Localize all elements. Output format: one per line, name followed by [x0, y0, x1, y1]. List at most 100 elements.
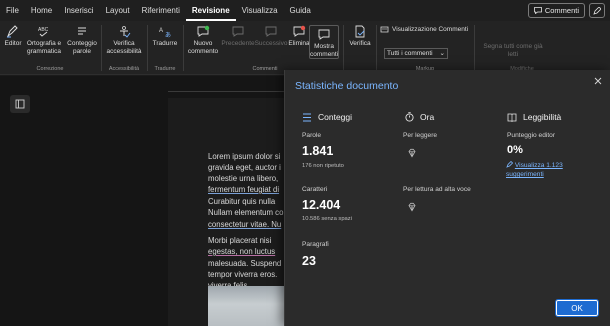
spelling-label: Ortografia e grammatica — [26, 40, 62, 55]
navigation-pane-button[interactable] — [10, 95, 30, 113]
group-label-translate: Tradurre — [154, 66, 176, 72]
group-label-accessibility: Accessibilità — [108, 66, 140, 72]
paragraphs-label: Paragrafi — [302, 241, 329, 248]
pencil-icon — [593, 6, 601, 15]
ribbon-separator — [376, 25, 377, 71]
ribbon-separator — [147, 25, 148, 71]
show-comments-label: Mostra commenti — [310, 43, 339, 58]
close-button[interactable] — [592, 75, 604, 87]
menu-layout[interactable]: Layout — [100, 0, 136, 21]
speaking-time-label: Per lettura ad alta voce — [403, 186, 471, 193]
svg-text:A: A — [159, 28, 163, 34]
time-header: Ora — [405, 112, 434, 122]
stopwatch-icon — [405, 112, 414, 122]
accessibility-label: Verifica accessibilità — [106, 40, 142, 55]
ok-button[interactable]: OK — [555, 299, 599, 317]
menu-file[interactable]: File — [0, 0, 25, 21]
characters-label: Caratteri — [302, 186, 328, 193]
book-icon — [507, 113, 517, 122]
words-value: 1.841 — [302, 144, 334, 158]
previous-comment-icon — [232, 26, 244, 37]
accessibility-button[interactable]: Verifica accessibilità — [104, 25, 144, 55]
comments-view-select[interactable]: Tutti i commenti ⌄ — [384, 48, 448, 59]
menu-home[interactable]: Home — [25, 0, 58, 21]
readability-header: Leggibilità — [507, 112, 561, 122]
editor-pen-icon — [506, 160, 514, 168]
new-comment-icon — [197, 25, 210, 37]
editor-score-label: Punteggio editor — [507, 132, 556, 139]
show-comments-button[interactable]: Mostra commenti — [309, 25, 339, 59]
next-comment-button[interactable]: Successivo — [253, 25, 289, 48]
comments-view-value: Tutti i commenti — [387, 50, 433, 57]
delete-label: Elimina — [288, 40, 310, 47]
accessibility-check-icon — [120, 26, 131, 38]
characters-value: 12.404 — [302, 198, 341, 212]
counts-header-label: Conteggi — [318, 112, 353, 122]
ribbon-separator — [343, 25, 344, 71]
comments-button[interactable]: Commenti — [527, 3, 585, 18]
list-lines-icon — [303, 113, 311, 121]
word-count-label: Conteggio parole — [67, 40, 97, 55]
menu-view[interactable]: Visualizza — [236, 0, 284, 21]
editor-button[interactable]: Editor — [3, 25, 23, 48]
readability-header-label: Leggibilità — [523, 112, 562, 122]
new-comment-label: Nuovo commento — [187, 40, 219, 55]
menu-help[interactable]: Guida — [284, 0, 317, 21]
document-statistics-dialog: Statistiche documento Conteggi Parole 1.… — [284, 70, 610, 326]
diamond-icon — [408, 148, 416, 158]
characters-no-spaces: 10.586 senza spazi — [302, 216, 352, 222]
new-comment-button[interactable]: Nuovo commento — [186, 25, 220, 55]
time-header-label: Ora — [420, 112, 435, 122]
editor-score-value: 0% — [507, 144, 523, 156]
translate-button[interactable]: Aあ Tradurre — [150, 25, 180, 48]
menu-review[interactable]: Revisione — [185, 1, 236, 21]
translate-icon: Aあ — [159, 28, 171, 38]
menu-bar: File Home Inserisci Layout Riferimenti R… — [0, 0, 610, 21]
menu-insert[interactable]: Inserisci — [58, 0, 99, 21]
ribbon-separator — [101, 25, 102, 71]
check-label: Verifica — [349, 40, 371, 47]
translate-label: Tradurre — [152, 40, 178, 47]
counts-header: Conteggi — [302, 112, 352, 122]
editor-label: Editor — [4, 40, 22, 47]
markup-view-icon — [380, 26, 389, 33]
comments-button-label: Commenti — [544, 6, 579, 15]
words-unique: 176 non ripetuto — [302, 163, 344, 169]
document-image[interactable] — [208, 286, 288, 326]
spelling-button[interactable]: ABC Ortografia e grammatica — [24, 25, 64, 55]
svg-text:あ: あ — [165, 32, 171, 38]
editor-pen-icon — [6, 25, 18, 38]
navigation-pane-icon — [15, 99, 25, 109]
spelling-check-icon: ABC — [38, 27, 49, 37]
ribbon-separator — [183, 25, 184, 71]
mark-all-read-label: Segna tutti come già letti — [483, 43, 543, 58]
check-document-icon — [355, 25, 365, 38]
chevron-down-icon: ⌄ — [439, 50, 445, 57]
check-button[interactable]: Verifica — [347, 25, 373, 48]
view-suggestions-line1: Visualizza 1.123 — [514, 162, 563, 169]
delete-comment-button[interactable]: Elimina — [288, 25, 310, 48]
reading-time-label: Per leggere — [403, 132, 438, 139]
diamond-icon — [408, 202, 416, 212]
comments-view-label: Visualizzazione Commenti — [392, 26, 469, 34]
show-comments-icon — [318, 29, 330, 40]
next-comment-icon — [265, 26, 277, 37]
menu-references[interactable]: Riferimenti — [136, 0, 186, 21]
dialog-title: Statistiche documento — [295, 80, 399, 92]
delete-comment-icon — [293, 25, 306, 37]
mark-all-read-button[interactable]: Segna tutti come già letti — [478, 43, 548, 58]
view-suggestions-line2: suggerimenti — [506, 171, 544, 178]
ribbon: Editor ABC Ortografia e grammatica Conte… — [0, 21, 610, 75]
word-count-button[interactable]: Conteggio parole — [66, 25, 98, 55]
paragraphs-value: 23 — [302, 254, 316, 268]
edit-mode-button[interactable] — [589, 3, 605, 18]
close-icon — [594, 77, 602, 85]
next-comment-label: Successivo — [254, 40, 288, 47]
view-suggestions-link[interactable]: Visualizza 1.123 suggerimenti — [506, 160, 563, 179]
group-label-correction: Correzione — [36, 66, 64, 72]
previous-comment-label: Precedente — [221, 40, 255, 47]
previous-comment-button[interactable]: Precedente — [221, 25, 255, 48]
ribbon-separator — [474, 25, 475, 71]
word-count-icon — [78, 27, 86, 35]
comments-view-label-row: Visualizzazione Commenti — [380, 26, 468, 34]
